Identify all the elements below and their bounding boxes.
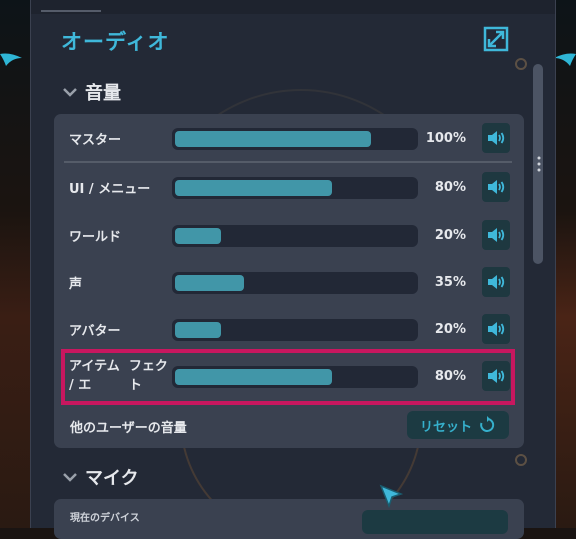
- mute-button[interactable]: [482, 123, 510, 153]
- volume-row-world: ワールド 20%: [54, 215, 524, 255]
- volume-percent: 20%: [434, 321, 466, 337]
- panel-top-strip: [31, 0, 555, 14]
- mute-button[interactable]: [482, 267, 510, 297]
- slider-fill: [175, 131, 371, 147]
- volume-row-avatar: アバター 20%: [54, 309, 524, 349]
- wing-icon: [554, 53, 576, 66]
- volume-slider[interactable]: [172, 225, 418, 247]
- panel-title: オーディオ: [61, 30, 170, 54]
- chevron-down-icon: [63, 88, 77, 97]
- audio-panel: オーディオ 音量 マスター 100% UI / メニュー 80% ワールド 20…: [30, 0, 556, 539]
- mute-button[interactable]: [482, 172, 510, 202]
- volume-row-ui: UI / メニュー 80%: [54, 167, 524, 207]
- slider-fill: [175, 322, 221, 338]
- volume-slider[interactable]: [172, 128, 418, 150]
- volume-percent: 80%: [434, 179, 466, 195]
- volume-percent: 20%: [434, 227, 466, 243]
- others-volume-label: 他のユーザーの音量: [70, 421, 187, 436]
- highlight-box: [61, 349, 515, 405]
- slider-fill: [175, 275, 244, 291]
- volume-slider[interactable]: [172, 272, 418, 294]
- speaker-icon: [488, 228, 505, 242]
- volume-percent: 100%: [425, 130, 466, 146]
- chevron-down-icon: [63, 473, 77, 482]
- mic-section-header[interactable]: マイク: [63, 464, 139, 490]
- current-device-label: 現在のデバイス: [70, 513, 140, 524]
- mute-button[interactable]: [482, 220, 510, 250]
- expand-icon[interactable]: [483, 26, 509, 52]
- cursor-icon: [379, 484, 403, 508]
- device-select-button[interactable]: [362, 510, 508, 534]
- mic-section-title: マイク: [85, 468, 139, 489]
- volume-section-header[interactable]: 音量: [63, 79, 121, 105]
- row-label: マスター: [69, 132, 122, 148]
- wing-icon: [0, 53, 22, 66]
- volume-slider[interactable]: [172, 319, 418, 341]
- mute-button[interactable]: [482, 314, 510, 344]
- top-tab: [41, 0, 101, 12]
- volume-percent: 35%: [434, 274, 466, 290]
- volume-row-voice: 声 35%: [54, 262, 524, 302]
- reset-button-label: リセット: [419, 419, 472, 435]
- speaker-icon: [488, 275, 505, 289]
- row-label: アバター: [69, 323, 121, 339]
- reset-icon: [480, 416, 495, 432]
- speaker-icon: [488, 180, 505, 194]
- volume-slider[interactable]: [172, 177, 418, 199]
- scroll-grip-icon: [537, 156, 541, 172]
- slider-fill: [175, 228, 221, 244]
- slider-fill: [175, 180, 332, 196]
- volume-row-master: マスター 100%: [54, 118, 524, 158]
- volume-section-title: 音量: [85, 83, 121, 104]
- reset-button[interactable]: リセット: [407, 411, 509, 439]
- speaker-icon: [488, 131, 505, 145]
- speaker-icon: [488, 322, 505, 336]
- divider: [64, 161, 512, 163]
- row-label: ワールド: [69, 229, 122, 245]
- row-label: UI / メニュー: [69, 181, 151, 197]
- row-label: 声: [69, 276, 83, 292]
